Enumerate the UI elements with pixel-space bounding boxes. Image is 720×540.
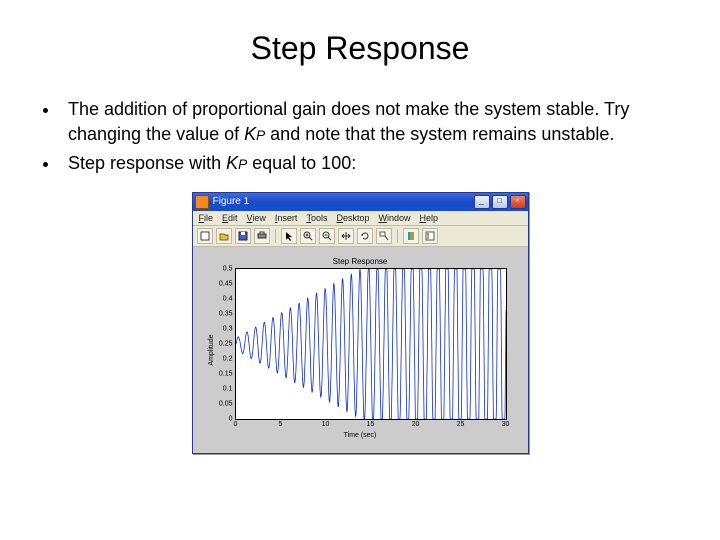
app-icon [195, 195, 209, 209]
bullet-list: The addition of proportional gain does n… [30, 97, 690, 177]
bullet-1-text-post: and note that the system remains unstabl… [265, 124, 614, 144]
menu-help[interactable]: Help [420, 213, 439, 223]
y-tick: 0.05 [219, 400, 236, 407]
y-tick: 0.35 [219, 310, 236, 317]
y-tick: 0.5 [223, 265, 236, 272]
y-tick: 0.3 [223, 325, 236, 332]
matlab-figure-window: Figure 1 _ □ × File Edit View Insert Too… [192, 192, 529, 454]
response-line [236, 269, 506, 419]
kp-symbol: KP [226, 153, 247, 173]
pan-icon[interactable] [338, 228, 354, 244]
toolbar [193, 226, 528, 247]
y-tick: 0.45 [219, 280, 236, 287]
bullet-2-text-pre: Step response with [68, 153, 226, 173]
page-title: Step Response [30, 30, 690, 67]
kp-symbol: KP [244, 124, 265, 144]
x-tick: 0 [234, 419, 238, 428]
pointer-icon[interactable] [281, 228, 297, 244]
save-icon[interactable] [235, 228, 251, 244]
x-tick: 20 [412, 419, 420, 428]
x-tick: 5 [279, 419, 283, 428]
y-tick: 0.4 [223, 295, 236, 302]
y-tick: 0.15 [219, 370, 236, 377]
menu-tools[interactable]: Tools [306, 213, 327, 223]
maximize-button[interactable]: □ [492, 195, 508, 209]
datacursor-icon[interactable] [376, 228, 392, 244]
x-tick: 30 [502, 419, 510, 428]
y-tick: 0.2 [223, 355, 236, 362]
menu-file[interactable]: File [199, 213, 214, 223]
close-button[interactable]: × [510, 195, 526, 209]
x-tick: 25 [457, 419, 465, 428]
rotate-icon[interactable] [357, 228, 373, 244]
colorbar-icon[interactable] [403, 228, 419, 244]
y-tick: 0.1 [223, 385, 236, 392]
minimize-button[interactable]: _ [474, 195, 490, 209]
x-tick: 10 [322, 419, 330, 428]
slide: Step Response The addition of proportion… [0, 0, 720, 540]
print-icon[interactable] [254, 228, 270, 244]
axes-wrap: 00.050.10.150.20.250.30.350.40.450.50510… [235, 268, 512, 420]
menu-desktop[interactable]: Desktop [336, 213, 369, 223]
bullet-2: Step response with KP equal to 100: [60, 151, 690, 176]
window-titlebar[interactable]: Figure 1 _ □ × [193, 193, 528, 211]
zoom-in-icon[interactable] [300, 228, 316, 244]
legend-icon[interactable] [422, 228, 438, 244]
bullet-1: The addition of proportional gain does n… [60, 97, 690, 147]
toolbar-separator [397, 229, 398, 243]
x-tick: 15 [367, 419, 375, 428]
window-buttons: _ □ × [474, 195, 526, 209]
bullet-2-text-post: equal to 100: [247, 153, 356, 173]
menu-insert[interactable]: Insert [275, 213, 298, 223]
menu-edit[interactable]: Edit [222, 213, 238, 223]
zoom-out-icon[interactable] [319, 228, 335, 244]
toolbar-separator [275, 229, 276, 243]
new-figure-icon[interactable] [197, 228, 213, 244]
chart-title: Step Response [201, 257, 520, 266]
menu-bar: File Edit View Insert Tools Desktop Wind… [193, 211, 528, 226]
axes[interactable]: 00.050.10.150.20.250.30.350.40.450.50510… [235, 268, 507, 420]
window-caption: Figure 1 [213, 196, 474, 207]
y-tick: 0.25 [219, 340, 236, 347]
x-axis-label: Time (sec) [201, 432, 520, 439]
menu-window[interactable]: Window [378, 213, 410, 223]
y-axis-label: Amplitude [208, 334, 215, 365]
open-icon[interactable] [216, 228, 232, 244]
plot-area: Step Response Amplitude 00.050.10.150.20… [193, 247, 528, 453]
menu-view[interactable]: View [247, 213, 266, 223]
